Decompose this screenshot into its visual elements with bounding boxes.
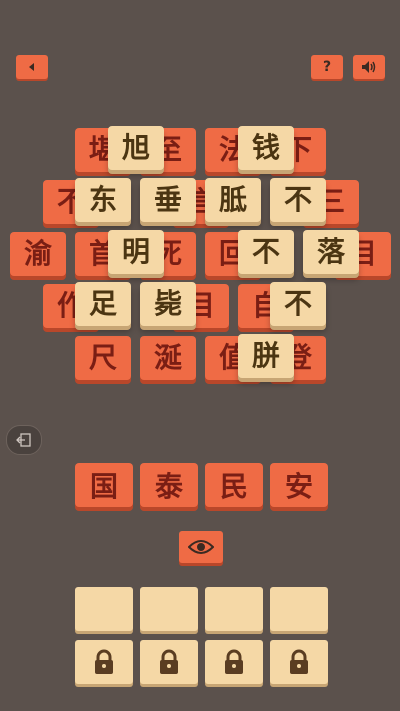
lock-icon bbox=[160, 649, 178, 674]
grid-tile[interactable]: 尺 bbox=[75, 336, 131, 380]
grid-tile-selectable[interactable]: 旭 bbox=[108, 126, 164, 170]
grid-tile-selectable[interactable]: 足 bbox=[75, 282, 131, 326]
eye-icon bbox=[188, 540, 214, 554]
locked-slot[interactable] bbox=[270, 640, 328, 684]
answer-char: 民 bbox=[205, 463, 263, 507]
answer-char: 泰 bbox=[140, 463, 198, 507]
exit-button[interactable] bbox=[6, 425, 42, 455]
hint-button[interactable] bbox=[179, 531, 223, 563]
input-slot[interactable] bbox=[270, 587, 328, 631]
grid-tile-selectable[interactable]: 明 bbox=[108, 230, 164, 274]
input-slot[interactable] bbox=[75, 587, 133, 631]
grid-tile-selectable[interactable]: 胝 bbox=[205, 178, 261, 222]
lock-icon bbox=[225, 649, 243, 674]
grid-tile-selectable[interactable]: 东 bbox=[75, 178, 131, 222]
answer-char: 国 bbox=[75, 463, 133, 507]
grid-tile-selectable[interactable]: 胼 bbox=[238, 334, 294, 378]
grid-tile-selectable[interactable]: 不 bbox=[270, 282, 326, 326]
grid-tile-selectable[interactable]: 毙 bbox=[140, 282, 196, 326]
grid-tile-selectable[interactable]: 落 bbox=[303, 230, 359, 274]
input-slot[interactable] bbox=[140, 587, 198, 631]
grid-tile[interactable]: 渝 bbox=[10, 232, 66, 276]
locked-slot[interactable] bbox=[75, 640, 133, 684]
help-button[interactable]: ? bbox=[311, 55, 343, 79]
lock-icon bbox=[290, 649, 308, 674]
back-button[interactable] bbox=[16, 55, 48, 79]
grid-tile-selectable[interactable]: 钱 bbox=[238, 126, 294, 170]
grid-tile-selectable[interactable]: 不 bbox=[238, 230, 294, 274]
lock-icon bbox=[95, 649, 113, 674]
locked-slot[interactable] bbox=[205, 640, 263, 684]
grid-tile-selectable[interactable]: 垂 bbox=[140, 178, 196, 222]
grid-tile[interactable]: 涎 bbox=[140, 336, 196, 380]
exit-icon bbox=[16, 433, 31, 447]
input-slot[interactable] bbox=[205, 587, 263, 631]
triangle-left-icon bbox=[29, 63, 34, 71]
grid-tile-selectable[interactable]: 不 bbox=[270, 178, 326, 222]
locked-slot[interactable] bbox=[140, 640, 198, 684]
sound-button[interactable] bbox=[353, 55, 385, 79]
answer-char: 安 bbox=[270, 463, 328, 507]
speaker-icon bbox=[362, 61, 376, 73]
